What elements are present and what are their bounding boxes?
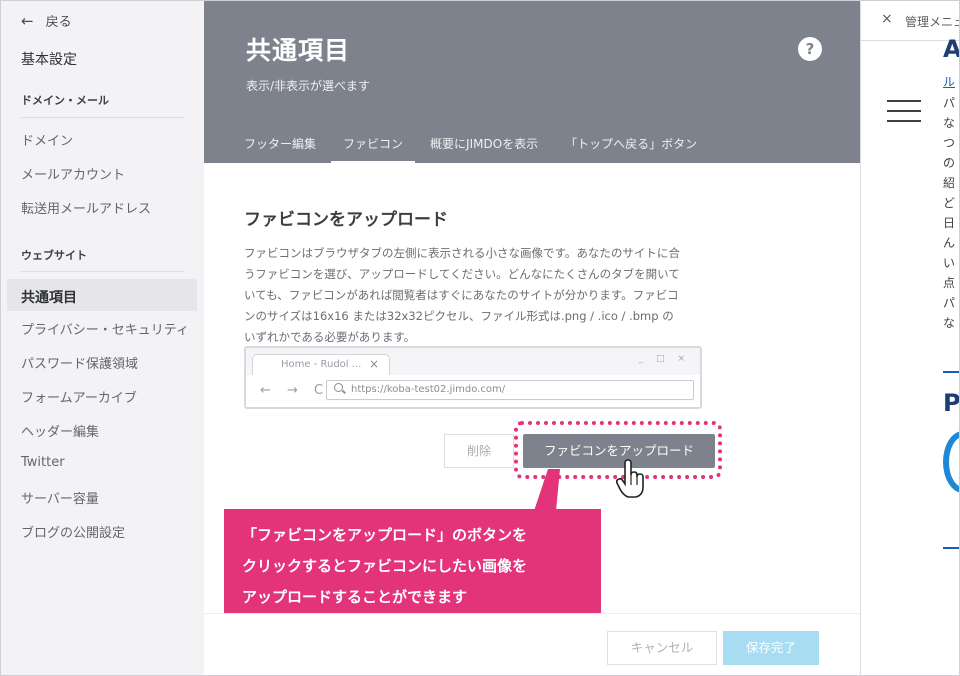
page-subtitle: 表示/非表示が選べます [246,79,371,93]
preview-url-bar: https://koba-test02.jimdo.com/ [326,380,694,400]
close-icon: × [368,357,379,371]
arrow-left-icon: ← [21,11,34,30]
callout-pointer [534,469,560,511]
sidebar-item-basic-settings[interactable]: 基本設定 [21,49,77,69]
sidebar-item-mail-account[interactable]: メールアカウント [21,164,125,183]
preview-divider [943,371,959,373]
close-icon[interactable]: × [881,11,893,27]
save-button[interactable]: 保存完了 [723,631,819,665]
main-panel: 共通項目 表示/非表示が選べます ? フッター編集 ファビコン 概要にJIMDO… [204,1,860,675]
tab-bar: フッター編集 ファビコン 概要にJIMDOを表示 「トップへ戻る」ボタン [244,135,724,164]
sidebar-item-common[interactable]: 共通項目 [21,287,77,307]
sidebar-heading-domain-mail: ドメイン・メール [21,94,109,107]
sidebar-item-form-archive[interactable]: フォームアーカイブ [21,387,137,406]
sidebar-divider [21,271,184,272]
callout-line: アップロードすることができます [242,588,468,606]
sidebar-item-server[interactable]: サーバー容量 [21,488,99,507]
hamburger-menu-icon[interactable] [887,100,921,122]
sidebar-item-twitter[interactable]: Twitter [21,455,65,470]
sidebar-item-domain[interactable]: ドメイン [21,130,73,149]
sidebar-item-privacy[interactable]: プライバシー・セキュリティ [21,319,189,338]
preview-heading: A [943,35,960,63]
panel-header: 共通項目 表示/非表示が選べます ? フッター編集 ファビコン 概要にJIMDO… [204,1,860,164]
favicon-description: ファビコンはブラウザタブの左側に表示される小さな画像です。あなたのサイトに合うフ… [244,246,680,344]
site-preview-pane: × 管理メニュー A ル パ な つ の 紹 ど 日 ん い 点 パ な P [860,1,960,675]
admin-menu-label[interactable]: 管理メニュー [905,13,959,30]
callout-line: 「ファビコンをアップロード」のボタンを [242,526,528,544]
callout-line: クリックするとファビコンにしたい画像を [242,557,528,575]
tab-jimdo-summary[interactable]: 概要にJIMDOを表示 [430,135,538,164]
sidebar-item-header-edit[interactable]: ヘッダー編集 [21,421,99,440]
panel-footer: キャンセル 保存完了 [204,613,860,675]
delete-button[interactable]: 削除 [444,434,514,468]
preview-text: パ な つ の 紹 ど 日 ん い 点 パ な [943,96,956,330]
sidebar-item-forwarding[interactable]: 転送用メールアドレス [21,198,151,217]
preview-logo-icon [943,431,959,493]
cancel-button[interactable]: キャンセル [607,631,717,665]
tab-back-to-top[interactable]: 「トップへ戻る」ボタン [565,135,697,164]
navigation-icons: ← → C [260,383,330,398]
callout-annotation: 「ファビコンをアップロード」のボタンを クリックするとファビコンにしたい画像を … [224,509,601,621]
hand-cursor-icon [616,459,644,498]
back-button[interactable]: ← 戻る [21,11,72,31]
tab-favicon[interactable]: ファビコン [331,135,416,164]
preview-toolbar: ← → C https://koba-test02.jimdo.com/ [246,375,700,407]
app-window: ← 戻る 基本設定 ドメイン・メール ドメイン メールアカウント 転送用メールア… [0,0,960,676]
sidebar-divider [21,117,184,118]
preview-tab: Home - Rudol ... × [252,354,390,376]
preview-url: https://koba-test02.jimdo.com/ [351,384,506,395]
browser-preview: Home - Rudol ... × _ □ × ← → C https://k… [244,346,702,409]
tab-footer-edit[interactable]: フッター編集 [244,135,316,164]
back-label: 戻る [45,15,72,30]
page-title: 共通項目 [246,36,351,65]
sidebar: ← 戻る 基本設定 ドメイン・メール ドメイン メールアカウント 転送用メールア… [1,1,204,675]
preview-divider [943,547,959,549]
preview-heading-p: P [943,389,960,417]
preview-link[interactable]: ル [943,73,955,90]
sidebar-item-password[interactable]: パスワード保護領域 [21,353,138,372]
search-icon [334,383,343,392]
preview-tab-title: Home - Rudol ... [281,359,362,370]
window-controls-icon: _ □ × [638,354,690,364]
help-icon[interactable]: ? [798,37,822,61]
section-title: ファビコンをアップロード [244,210,448,230]
sidebar-heading-website: ウェブサイト [21,249,87,262]
sidebar-item-blog-publish[interactable]: ブログの公開設定 [21,522,125,541]
